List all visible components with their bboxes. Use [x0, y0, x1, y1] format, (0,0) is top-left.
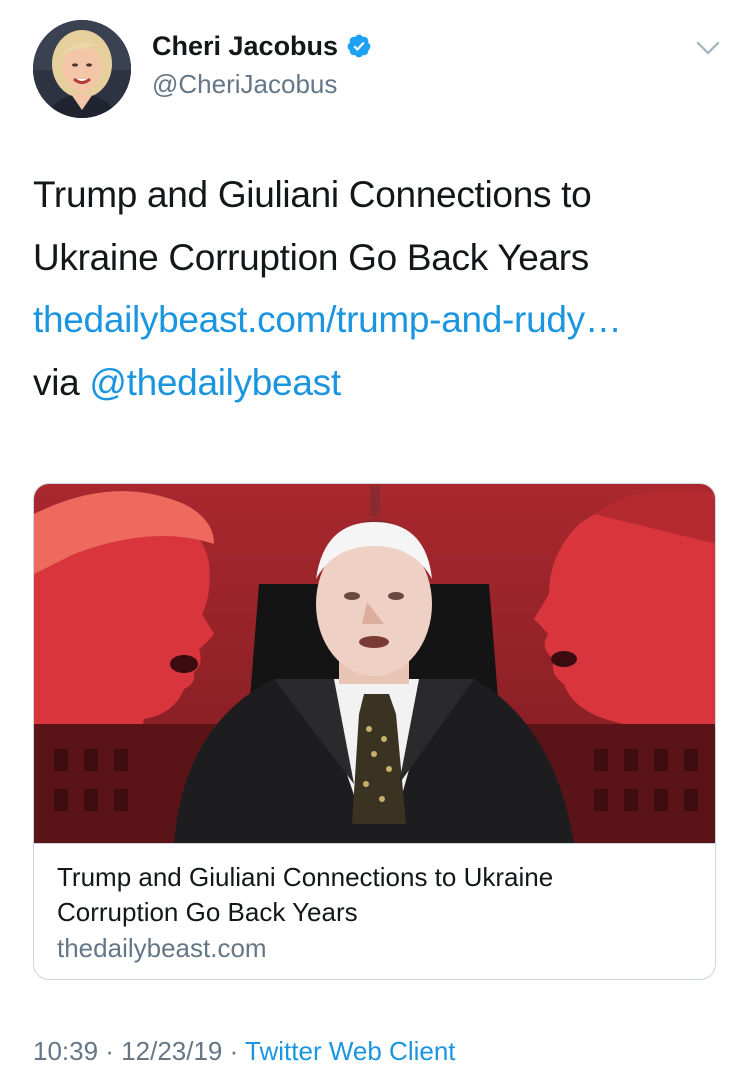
link-card[interactable]: Trump and Giuliani Connections to Ukrain… [33, 483, 716, 980]
user-handle[interactable]: @CheriJacobus [152, 68, 337, 100]
tweet-metadata: 10:39 · 12/23/19 · Twitter Web Client [33, 1034, 456, 1068]
chevron-down-icon[interactable] [694, 38, 722, 58]
avatar[interactable] [33, 20, 131, 118]
via-line: via @thedailybeast [33, 352, 713, 415]
tweet-date[interactable]: 12/23/19 [121, 1036, 222, 1066]
article-photo [34, 484, 715, 843]
card-title-line: Corruption Go Back Years [57, 897, 358, 927]
author-name-row[interactable]: Cheri Jacobus [152, 30, 372, 62]
meta-separator: · [98, 1036, 122, 1066]
tweet-time[interactable]: 10:39 [33, 1036, 98, 1066]
verified-badge-icon [346, 33, 372, 59]
profile-photo [33, 20, 131, 118]
meta-separator: · [222, 1036, 246, 1066]
tweet-text-line: Ukraine Corruption Go Back Years [33, 236, 589, 278]
tweet-text-line: Trump and Giuliani Connections to [33, 174, 592, 215]
via-prefix: via [33, 361, 90, 403]
tweet-link[interactable]: thedailybeast.com/trump-and-rudy… [33, 289, 713, 352]
mention-link[interactable]: @thedailybeast [89, 362, 341, 403]
tweet: Cheri Jacobus @CheriJacobus Trump and Gi… [0, 0, 733, 1079]
card-title-line: Trump and Giuliani Connections to Ukrain… [57, 862, 554, 892]
tweet-source[interactable]: Twitter Web Client [245, 1036, 455, 1066]
display-name[interactable]: Cheri Jacobus [152, 30, 338, 62]
card-divider [34, 843, 715, 844]
card-domain: thedailybeast.com [57, 933, 267, 963]
card-title[interactable]: Trump and Giuliani Connections to Ukrain… [57, 860, 697, 930]
card-image[interactable] [34, 484, 715, 843]
tweet-text: Trump and Giuliani Connections to Ukrain… [33, 164, 713, 414]
